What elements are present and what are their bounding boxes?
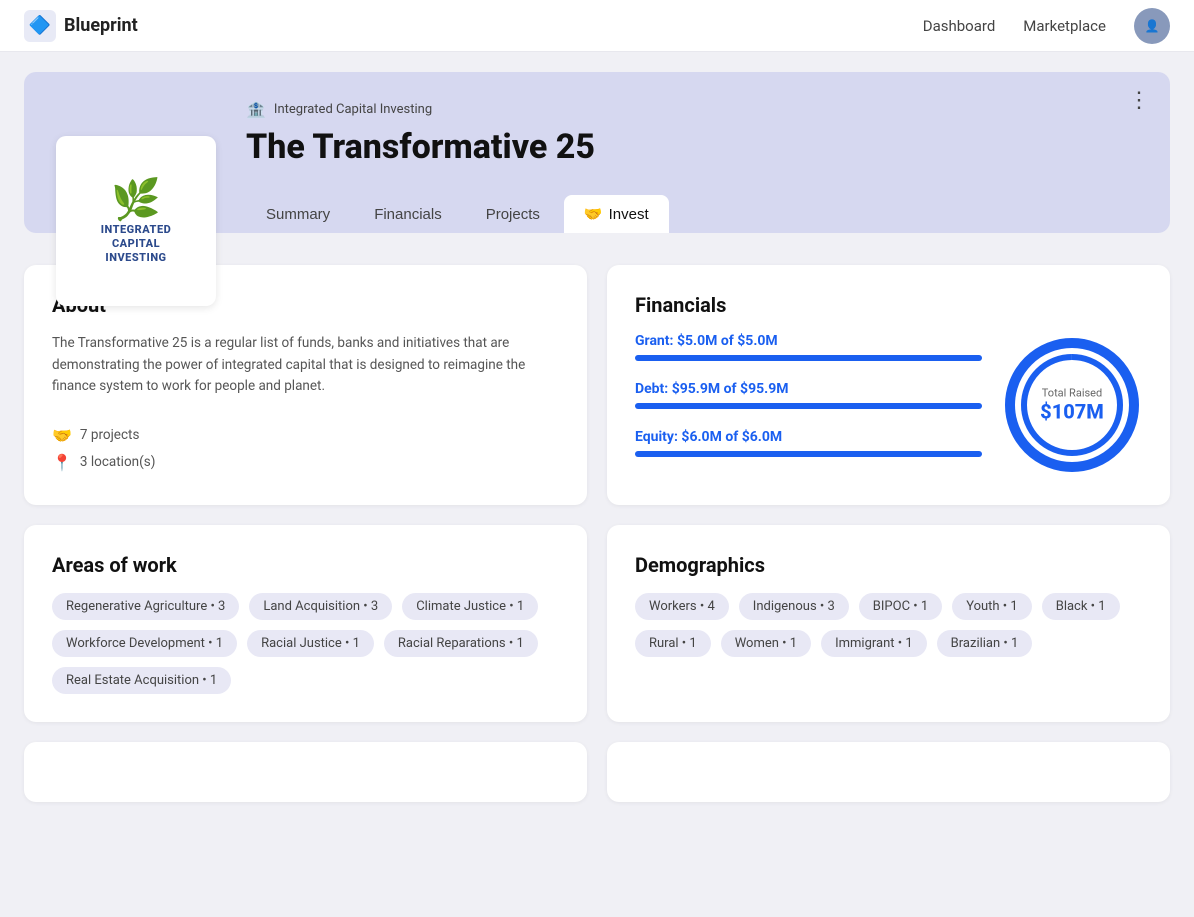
- bottom-card-right: [607, 742, 1170, 802]
- avatar-initials: 👤: [1145, 19, 1160, 33]
- tag-immigrant[interactable]: Immigrant • 1: [821, 630, 927, 657]
- grant-total: of $5.0M: [721, 333, 778, 349]
- projects-icon: 🤝: [52, 426, 72, 445]
- grant-row: Grant: $5.0M of $5.0M: [635, 333, 982, 361]
- areas-of-work-card: Areas of work Regenerative Agriculture •…: [24, 525, 587, 722]
- donut-label: Total Raised: [1040, 387, 1104, 400]
- grant-bar-bg: [635, 355, 982, 361]
- demographics-tags: Workers • 4 Indigenous • 3 BIPOC • 1 You…: [635, 593, 1142, 657]
- donut-chart: Total Raised $107M: [1002, 335, 1142, 475]
- equity-bar-bg: [635, 451, 982, 457]
- tag-indigenous[interactable]: Indigenous • 3: [739, 593, 849, 620]
- tag-real-estate-acquisition[interactable]: Real Estate Acquisition • 1: [52, 667, 231, 694]
- logo-text: Blueprint: [64, 15, 138, 36]
- equity-label: Equity: $6.0M of $6.0M: [635, 429, 982, 445]
- tab-invest[interactable]: 🤝 Invest: [564, 195, 669, 233]
- grant-label: Grant: $5.0M of $5.0M: [635, 333, 982, 349]
- tag-regenerative-agriculture[interactable]: Regenerative Agriculture • 3: [52, 593, 239, 620]
- nav-marketplace[interactable]: Marketplace: [1023, 17, 1106, 35]
- demographics-card: Demographics Workers • 4 Indigenous • 3 …: [607, 525, 1170, 722]
- org-name-row: 🏦 Integrated Capital Investing: [246, 100, 1138, 119]
- areas-title: Areas of work: [52, 553, 559, 577]
- tag-workforce-development[interactable]: Workforce Development • 1: [52, 630, 237, 657]
- tag-racial-reparations[interactable]: Racial Reparations • 1: [384, 630, 538, 657]
- financials-content: Grant: $5.0M of $5.0M Debt: $95.9M of $9…: [635, 333, 1142, 477]
- tab-summary[interactable]: Summary: [246, 196, 350, 233]
- debt-key: Debt:: [635, 381, 672, 397]
- equity-key: Equity:: [635, 429, 681, 445]
- debt-label: Debt: $95.9M of $95.9M: [635, 381, 982, 397]
- equity-total: of $6.0M: [725, 429, 782, 445]
- invest-label: Invest: [609, 206, 649, 223]
- main-content: About The Transformative 25 is a regular…: [0, 253, 1194, 742]
- tag-rural[interactable]: Rural • 1: [635, 630, 711, 657]
- debt-bar-bg: [635, 403, 982, 409]
- logo-icon: 🔷: [24, 10, 56, 42]
- about-meta: 🤝 7 projects 📍 3 location(s): [52, 426, 559, 472]
- tag-black[interactable]: Black • 1: [1042, 593, 1120, 620]
- hero-tabs: Summary Financials Projects 🤝 Invest: [56, 195, 1138, 233]
- equity-row: Equity: $6.0M of $6.0M: [635, 429, 982, 457]
- nav-dashboard[interactable]: Dashboard: [923, 17, 996, 35]
- grant-key: Grant:: [635, 333, 677, 349]
- fund-title: The Transformative 25: [246, 127, 1138, 167]
- bottom-partial-cards: [0, 742, 1194, 822]
- logo[interactable]: 🔷 Blueprint: [24, 10, 923, 42]
- invest-icon: 🤝: [584, 205, 603, 223]
- tag-brazilian[interactable]: Brazilian • 1: [937, 630, 1033, 657]
- tag-land-acquisition[interactable]: Land Acquisition • 3: [249, 593, 392, 620]
- debt-bar-fill: [635, 403, 982, 409]
- donut-value: $107M: [1040, 400, 1104, 424]
- projects-count: 7 projects: [80, 427, 140, 443]
- grant-bar-fill: [635, 355, 982, 361]
- tag-climate-justice[interactable]: Climate Justice • 1: [402, 593, 538, 620]
- more-options-button[interactable]: ⋮: [1128, 88, 1150, 113]
- tag-bipoc[interactable]: BIPOC • 1: [859, 593, 942, 620]
- tag-youth[interactable]: Youth • 1: [952, 593, 1032, 620]
- debt-total: of $95.9M: [724, 381, 789, 397]
- areas-tags: Regenerative Agriculture • 3 Land Acquis…: [52, 593, 559, 694]
- financials-card: Financials Grant: $5.0M of $5.0M Debt:: [607, 265, 1170, 505]
- debt-row: Debt: $95.9M of $95.9M: [635, 381, 982, 409]
- locations-count: 3 location(s): [80, 454, 155, 470]
- financials-bars: Grant: $5.0M of $5.0M Debt: $95.9M of $9…: [635, 333, 982, 477]
- tab-financials[interactable]: Financials: [354, 196, 462, 233]
- top-navigation: 🔷 Blueprint Dashboard Marketplace 👤: [0, 0, 1194, 52]
- locations-meta: 📍 3 location(s): [52, 453, 559, 472]
- logo-leaf-icon: 🌿: [101, 176, 172, 223]
- projects-meta: 🤝 7 projects: [52, 426, 559, 445]
- org-name: Integrated Capital Investing: [274, 102, 432, 117]
- fund-logo: 🌿 INTEGRATEDCAPITALINVESTING: [56, 136, 216, 306]
- nav-links: Dashboard Marketplace 👤: [923, 8, 1170, 44]
- equity-value: $6.0M: [681, 429, 721, 445]
- hero-banner: 🌿 INTEGRATEDCAPITALINVESTING 🏦 Integrate…: [24, 72, 1170, 233]
- tab-projects[interactable]: Projects: [466, 196, 560, 233]
- user-avatar[interactable]: 👤: [1134, 8, 1170, 44]
- financials-title: Financials: [635, 293, 1142, 317]
- demographics-title: Demographics: [635, 553, 1142, 577]
- equity-bar-fill: [635, 451, 982, 457]
- location-icon: 📍: [52, 453, 72, 472]
- tag-racial-justice[interactable]: Racial Justice • 1: [247, 630, 374, 657]
- donut-center: Total Raised $107M: [1040, 387, 1104, 424]
- fund-logo-text: INTEGRATEDCAPITALINVESTING: [101, 223, 172, 266]
- org-icon: 🏦: [246, 100, 266, 119]
- debt-value: $95.9M: [672, 381, 720, 397]
- tag-women[interactable]: Women • 1: [721, 630, 811, 657]
- bottom-card-left: [24, 742, 587, 802]
- about-description: The Transformative 25 is a regular list …: [52, 333, 559, 398]
- tag-workers[interactable]: Workers • 4: [635, 593, 729, 620]
- grant-value: $5.0M: [677, 333, 717, 349]
